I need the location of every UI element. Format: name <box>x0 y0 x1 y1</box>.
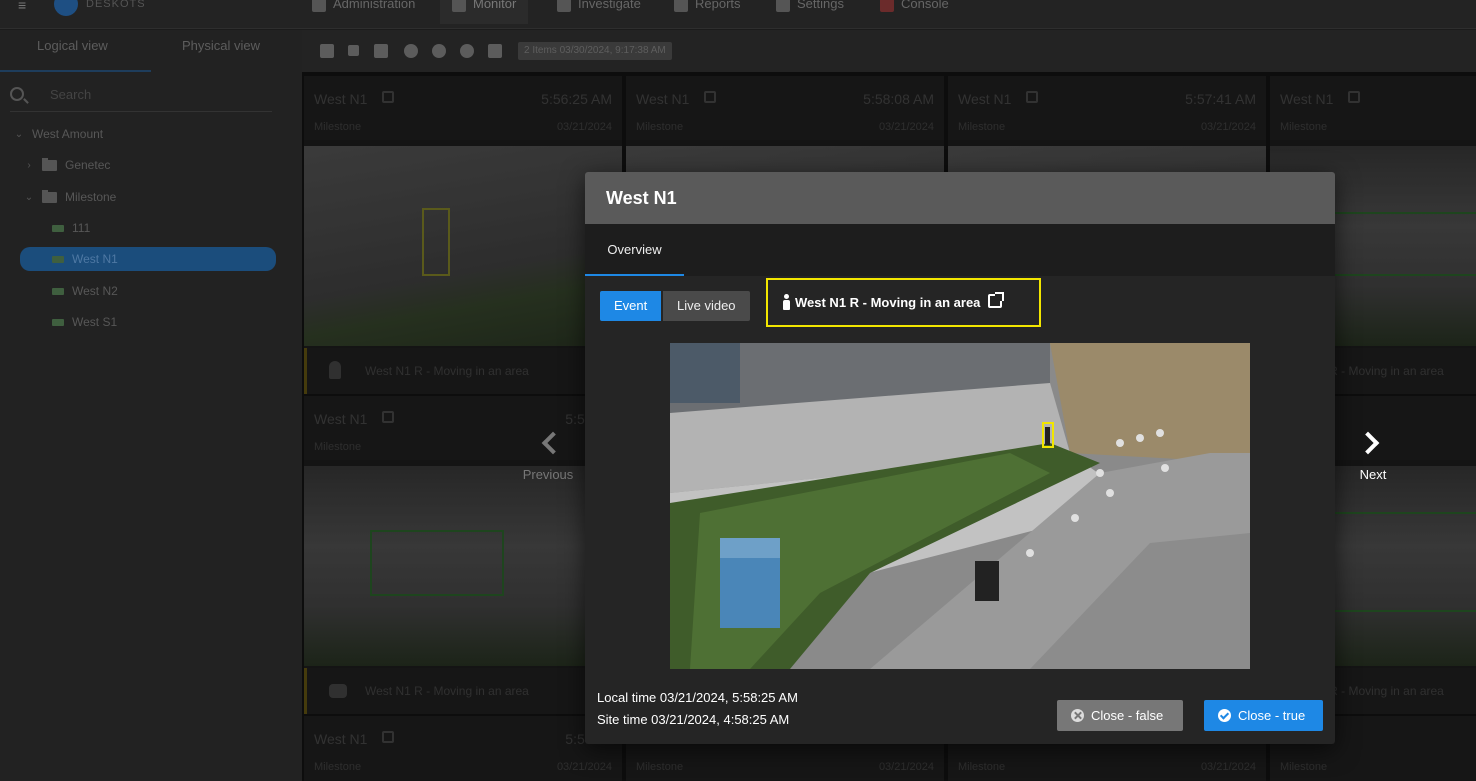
tab-label: Reports <box>695 0 741 11</box>
modal-tabs: Overview <box>585 224 1335 276</box>
external-link-icon[interactable] <box>988 292 1004 308</box>
camera-icon <box>52 224 64 232</box>
chevron-down-icon[interactable]: ⌄ <box>14 129 24 140</box>
tree-camera-west-n2[interactable]: West N2 <box>52 279 118 303</box>
camera-icon <box>52 318 64 326</box>
monitor-icon <box>452 0 466 12</box>
admin-icon <box>312 0 326 12</box>
console-icon <box>880 0 894 12</box>
site-time: Site time 03/21/2024, 4:58:25 AM <box>597 712 790 727</box>
close-true-button[interactable]: Close - true <box>1204 700 1323 731</box>
tab-console[interactable]: Console <box>868 0 961 24</box>
tree-label: West S1 <box>72 315 118 329</box>
search-input[interactable]: Search <box>50 87 91 102</box>
folder-icon <box>42 157 57 171</box>
stop-icon[interactable] <box>348 45 359 56</box>
sidebar: Logical view Physical view Search ⌄ West … <box>0 30 302 781</box>
folder-icon <box>42 189 57 203</box>
event-modal: West N1 Overview Event Live video West N… <box>585 172 1335 744</box>
top-nav: ≡ DESKOTS Administration Monitor Investi… <box>0 0 1476 29</box>
chevron-down-icon[interactable]: ⌄ <box>24 192 34 203</box>
tree-root[interactable]: ⌄ West Amount <box>14 122 103 146</box>
tab-settings[interactable]: Settings <box>764 0 856 24</box>
document-icon[interactable] <box>320 44 334 58</box>
video-scene <box>670 343 1250 669</box>
previous-button[interactable]: Previous <box>515 431 581 482</box>
chevron-right-icon <box>1356 431 1380 455</box>
reports-icon <box>674 0 688 12</box>
clock-icon[interactable] <box>432 44 446 58</box>
camera-icon <box>52 255 64 263</box>
investigate-icon <box>557 0 571 12</box>
live-video-toggle-button[interactable]: Live video <box>663 291 750 321</box>
tree-label: West Amount <box>32 127 104 141</box>
search-icon <box>10 87 24 101</box>
tree-camera-west-s1[interactable]: West S1 <box>52 310 117 334</box>
tab-logical-view[interactable]: Logical view <box>37 38 108 53</box>
close-true-label: Close - true <box>1238 708 1306 723</box>
tab-label: Settings <box>797 0 844 11</box>
event-label[interactable]: West N1 R - Moving in an area <box>795 295 980 310</box>
person-icon <box>782 294 790 310</box>
settings-icon <box>776 0 790 12</box>
event-link[interactable]: West N1 R - Moving in an area <box>766 278 1041 327</box>
globe-icon[interactable] <box>460 44 474 58</box>
close-false-button[interactable]: Close - false <box>1057 700 1183 731</box>
logo-text: DESKOTS <box>86 0 146 10</box>
chevron-left-icon <box>541 431 565 455</box>
tab-overview[interactable]: Overview <box>585 224 684 276</box>
tree-label: Genetec <box>65 158 111 172</box>
local-time: Local time 03/21/2024, 5:58:25 AM <box>597 690 798 705</box>
close-circle-icon <box>1071 709 1084 722</box>
previous-label: Previous <box>522 467 574 482</box>
toolbar: 2 Items 03/30/2024, 9:17:38 AM <box>302 30 1476 72</box>
next-button[interactable]: Next <box>1350 431 1396 482</box>
tree-label: West N1 <box>72 252 118 266</box>
tab-label: Administration <box>333 0 416 11</box>
tree-label: 111 <box>72 221 91 235</box>
tab-reports[interactable]: Reports <box>662 0 753 24</box>
tab-label: Investigate <box>578 0 641 11</box>
tab-administration[interactable]: Administration <box>300 0 427 24</box>
filter-chip[interactable]: 2 Items 03/30/2024, 9:17:38 AM <box>518 42 672 60</box>
tab-label: Console <box>901 0 949 11</box>
tree-folder-milestone[interactable]: ⌄ Milestone <box>24 185 116 209</box>
camera-icon <box>52 287 64 295</box>
filter-icon[interactable] <box>488 44 502 58</box>
sidebar-search[interactable]: Search <box>10 84 272 112</box>
logo <box>54 0 78 16</box>
sidebar-tabs: Logical view Physical view <box>0 30 302 72</box>
event-video-frame[interactable] <box>670 343 1250 669</box>
tab-physical-view[interactable]: Physical view <box>182 38 260 53</box>
zoom-icon[interactable] <box>404 44 418 58</box>
check-circle-icon <box>1218 709 1231 722</box>
close-false-label: Close - false <box>1091 708 1164 723</box>
chevron-right-icon[interactable]: › <box>24 160 34 171</box>
tree-camera-111[interactable]: 111 <box>52 216 90 240</box>
tree-camera-west-n1[interactable]: West N1 <box>20 247 276 271</box>
modal-header: West N1 <box>585 172 1335 224</box>
app-root: ≡ DESKOTS Administration Monitor Investi… <box>0 0 1476 781</box>
tree-folder-genetec[interactable]: › Genetec <box>24 153 110 177</box>
speaker-icon[interactable] <box>374 44 388 58</box>
tab-label: Monitor <box>473 0 517 11</box>
next-label: Next <box>1359 467 1387 482</box>
tree-label: Milestone <box>65 190 117 204</box>
hamburger-icon[interactable]: ≡ <box>18 0 36 12</box>
tab-monitor[interactable]: Monitor <box>440 0 529 24</box>
modal-title: West N1 <box>606 188 677 208</box>
active-tab-indicator <box>0 70 151 72</box>
tree-label: West N2 <box>72 284 118 298</box>
tab-investigate[interactable]: Investigate <box>545 0 653 24</box>
event-toggle-button[interactable]: Event <box>600 291 662 321</box>
